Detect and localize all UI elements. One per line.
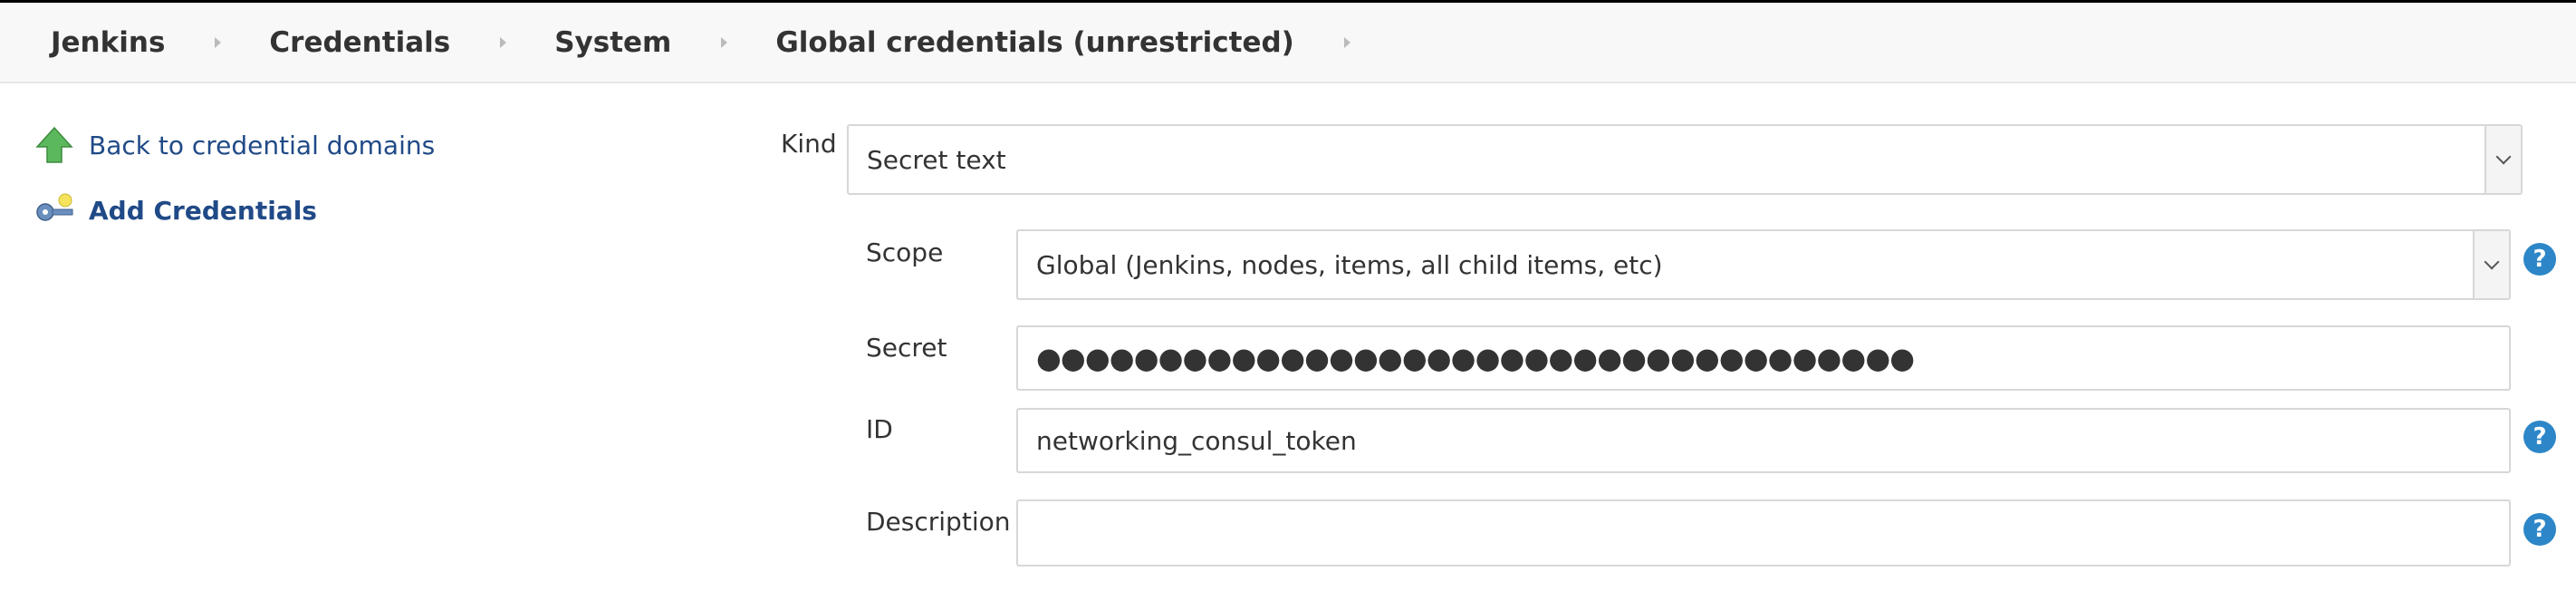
kind-label: Kind <box>781 129 837 159</box>
description-label: Description <box>866 507 1011 537</box>
breadcrumb-separator-icon[interactable] <box>1343 36 1350 48</box>
breadcrumb-separator-icon[interactable] <box>721 36 728 48</box>
add-credentials-label[interactable]: Add Credentials <box>89 196 317 226</box>
back-to-credential-domains-label[interactable]: Back to credential domains <box>89 131 435 160</box>
breadcrumb-global-credentials[interactable]: Global credentials (unrestricted) <box>775 26 1294 59</box>
secret-label: Secret <box>866 333 947 363</box>
breadcrumb-credentials[interactable]: Credentials <box>269 26 450 59</box>
kind-select[interactable]: Secret text <box>847 124 2523 195</box>
id-help-icon[interactable]: ? <box>2523 421 2556 453</box>
breadcrumb-separator-icon[interactable] <box>215 36 222 48</box>
up-arrow-icon <box>35 126 73 163</box>
key-icon <box>36 193 73 221</box>
scope-label: Scope <box>866 237 944 267</box>
back-to-credential-domains-link[interactable]: Back to credential domains <box>34 125 435 165</box>
kind-selected-value: Secret text <box>867 144 1006 175</box>
scope-help-icon[interactable]: ? <box>2523 243 2556 276</box>
breadcrumb-system[interactable]: System <box>554 26 671 59</box>
description-help-icon[interactable]: ? <box>2523 513 2556 546</box>
scope-selected-value: Global (Jenkins, nodes, items, all child… <box>1036 249 1663 280</box>
breadcrumb-jenkins[interactable]: Jenkins <box>51 26 165 59</box>
id-value: networking_consul_token <box>1036 425 1357 456</box>
breadcrumb-separator-icon[interactable] <box>500 36 507 48</box>
scope-select[interactable]: Global (Jenkins, nodes, items, all child… <box>1016 229 2511 300</box>
id-field[interactable]: networking_consul_token <box>1016 408 2511 473</box>
add-credentials-link[interactable]: Add Credentials <box>34 190 317 230</box>
chevron-down-icon[interactable] <box>2473 231 2509 298</box>
chevron-down-icon[interactable] <box>2485 126 2521 193</box>
secret-field[interactable]: ●●●●●●●●●●●●●●●●●●●●●●●●●●●●●●●●●●●● <box>1016 325 2511 391</box>
breadcrumb: Jenkins Credentials System Global creden… <box>0 3 2576 83</box>
id-label: ID <box>866 414 893 444</box>
description-field[interactable] <box>1016 499 2511 567</box>
secret-masked-value: ●●●●●●●●●●●●●●●●●●●●●●●●●●●●●●●●●●●● <box>1036 341 1915 375</box>
